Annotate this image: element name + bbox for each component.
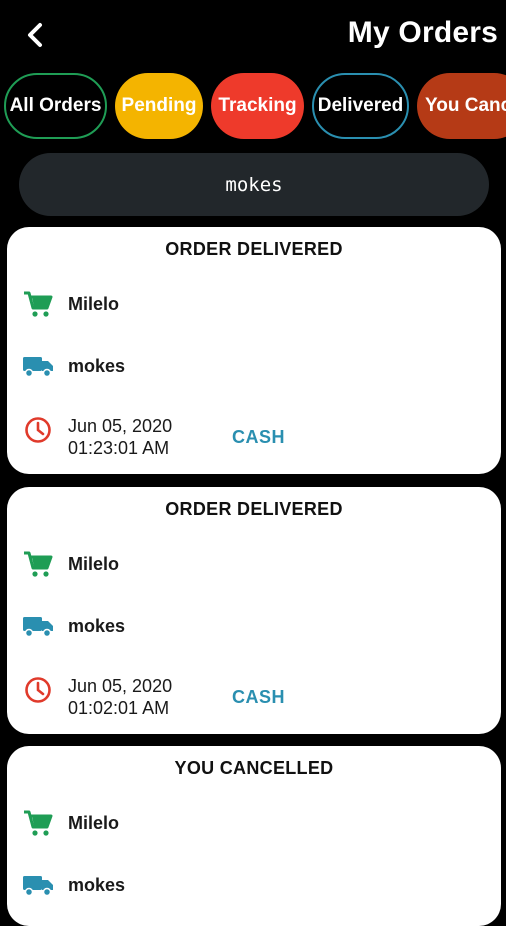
payment-method: CASH (232, 427, 286, 447)
order-date: Jun 05, 2020 (68, 416, 173, 436)
tab-label: All Orders (9, 95, 102, 116)
order-card[interactable]: YOU CANCELLED Milelo mokes (7, 746, 501, 926)
order-filter-tabs: All Orders Pending Tracking Delivered Yo… (4, 72, 506, 144)
order-status: YOU CANCELLED (174, 758, 334, 778)
courier-name: mokes (68, 874, 126, 895)
tab-label: Delivered (317, 95, 404, 116)
order-status: ORDER DELIVERED (165, 239, 343, 259)
order-status: ORDER DELIVERED (165, 499, 343, 519)
order-time-row (21, 413, 55, 447)
cart-icon (21, 287, 55, 321)
order-courier-row: mokes (21, 349, 125, 383)
payment-method: CASH (232, 687, 286, 707)
cart-icon (21, 806, 55, 840)
cart-icon (21, 547, 55, 581)
search-bar[interactable]: mokes (19, 153, 489, 216)
order-datetime: Jun 05, 2020 01:02:01 AM (68, 675, 172, 719)
restaurant-name: Milelo (68, 293, 120, 314)
tab-all-orders[interactable]: All Orders (4, 73, 107, 139)
tab-label: Tracking (218, 95, 297, 116)
order-restaurant-row: Milelo (21, 287, 119, 321)
order-courier-row: mokes (21, 868, 125, 902)
order-time: 01:02:01 AM (68, 698, 170, 718)
back-button[interactable] (18, 18, 52, 52)
order-time: 01:23:01 AM (68, 438, 170, 458)
order-time-row (21, 673, 55, 707)
restaurant-name: Milelo (68, 812, 120, 833)
restaurant-name: Milelo (68, 553, 120, 574)
app-header: My Orders (0, 0, 506, 72)
search-value: mokes (225, 173, 283, 196)
truck-icon (21, 349, 55, 383)
truck-icon (21, 868, 55, 902)
order-date: Jun 05, 2020 (68, 676, 173, 696)
courier-name: mokes (68, 355, 126, 376)
clock-icon (21, 673, 55, 707)
clock-icon (21, 413, 55, 447)
tab-you-cancelled[interactable]: You Canc (417, 73, 506, 139)
courier-name: mokes (68, 615, 126, 636)
tab-label: Pending (121, 95, 197, 116)
tab-pending[interactable]: Pending (115, 73, 203, 139)
back-chevron-icon (28, 23, 42, 47)
tab-tracking[interactable]: Tracking (211, 73, 304, 139)
order-courier-row: mokes (21, 609, 125, 643)
tab-delivered[interactable]: Delivered (312, 73, 409, 139)
truck-icon (21, 609, 55, 643)
page-title: My Orders (347, 16, 498, 49)
order-card[interactable]: ORDER DELIVERED Milelo mokes Jun 05, 202… (7, 227, 501, 474)
order-datetime: Jun 05, 2020 01:23:01 AM (68, 415, 172, 459)
order-restaurant-row: Milelo (21, 547, 119, 581)
order-card[interactable]: ORDER DELIVERED Milelo mokes Jun 05, 202… (7, 487, 501, 734)
tab-label: You Canc (425, 95, 506, 116)
order-restaurant-row: Milelo (21, 806, 119, 840)
